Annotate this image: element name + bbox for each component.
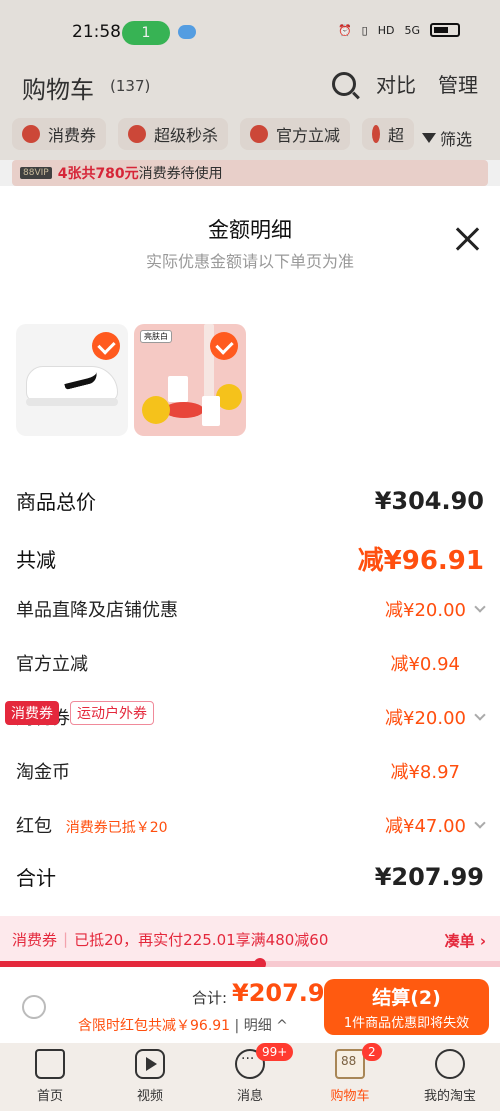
message-badge: 99+ bbox=[256, 1043, 294, 1061]
row-value: 减¥20.00 bbox=[385, 600, 466, 621]
checkout-label: 结算(2) bbox=[372, 987, 441, 1009]
pedestal bbox=[164, 402, 204, 418]
check-icon[interactable] bbox=[92, 332, 120, 360]
tab-video[interactable]: 视频 bbox=[110, 1049, 190, 1104]
outdoor-coupon-tag[interactable]: 运动户外券 bbox=[70, 701, 154, 725]
promo-bar[interactable]: 消费券 | 已抵20，再实付225.01享满480减60 凑单 › bbox=[0, 916, 500, 962]
home-icon bbox=[35, 1049, 65, 1079]
tab-label: 视频 bbox=[136, 1089, 163, 1104]
row-value: 减¥20.00 bbox=[385, 708, 466, 729]
bottom-tab-bar: 首页 视频 99+ 消息 2 购物车 我的淘宝 bbox=[0, 1043, 500, 1111]
sheet-subtitle: 实际优惠金额请以下单页为准 bbox=[145, 252, 354, 271]
add-items-link[interactable]: 凑单 › bbox=[445, 930, 486, 951]
row-taojinbi: 淘金币 减¥8.97 bbox=[16, 758, 484, 784]
total-detail: 含限时红包共减￥96.91 | 明细 ^ bbox=[78, 1015, 288, 1035]
row-value-wrap: 减¥47.00 bbox=[385, 812, 486, 838]
row-label: 商品总价 bbox=[16, 490, 96, 514]
row-label: 红包 bbox=[16, 816, 52, 837]
chevron-down-icon bbox=[474, 600, 486, 613]
row-red-packet[interactable]: 红包 消费券已抵￥20 减¥47.00 bbox=[16, 812, 486, 838]
coupon-tag[interactable]: 消费券 bbox=[5, 701, 59, 725]
promo-divider: | bbox=[63, 930, 69, 948]
row-value-wrap: 减¥20.00 bbox=[385, 596, 486, 622]
chevron-down-icon bbox=[474, 816, 486, 829]
checkout-button[interactable]: 结算(2) 1件商品优惠即将失效 bbox=[324, 979, 489, 1035]
select-all-radio[interactable] bbox=[22, 995, 46, 1019]
row-label: 淘金币 bbox=[16, 762, 70, 783]
tab-label: 消息 bbox=[236, 1089, 263, 1104]
product-thumbnail[interactable] bbox=[16, 324, 128, 436]
product-box bbox=[168, 376, 188, 402]
price-detail-sheet: 金额明细 实际优惠金额请以下单页为准 亮肤白 商品总价 ¥304.90 共减 减… bbox=[0, 186, 500, 916]
row-value-wrap: 减¥20.00 bbox=[385, 704, 486, 730]
row-label-wrap: 红包 消费券已抵￥20 bbox=[16, 812, 168, 838]
cart-badge: 2 bbox=[362, 1043, 382, 1061]
tab-home[interactable]: 首页 bbox=[10, 1049, 90, 1104]
tab-profile[interactable]: 我的淘宝 bbox=[410, 1049, 490, 1104]
row-value: ¥304.90 bbox=[374, 486, 484, 515]
row-value: ¥207.99 bbox=[374, 862, 484, 891]
detail-divider: | bbox=[234, 1018, 244, 1034]
total-label: 合计: bbox=[192, 989, 228, 1007]
row-value: 减¥0.94 bbox=[390, 654, 460, 675]
row-value: 减¥96.91 bbox=[357, 546, 484, 576]
row-item-discount[interactable]: 单品直降及店铺优惠 减¥20.00 bbox=[16, 596, 486, 622]
product-thumbnail[interactable]: 亮肤白 bbox=[134, 324, 246, 436]
sheet-title: 金额明细 bbox=[208, 218, 292, 242]
tab-cart[interactable]: 2 购物车 bbox=[310, 1043, 390, 1104]
row-total-price: 商品总价 ¥304.90 bbox=[16, 486, 484, 515]
row-label: 单品直降及店铺优惠 bbox=[16, 600, 178, 621]
row-label: 官方立减 bbox=[16, 654, 88, 675]
product-box bbox=[202, 396, 220, 426]
tab-label: 购物车 bbox=[330, 1089, 370, 1104]
row-official-discount: 官方立减 减¥0.94 bbox=[16, 650, 484, 676]
discount-summary: 含限时红包共减￥96.91 bbox=[78, 1018, 231, 1034]
dim-overlay[interactable] bbox=[0, 0, 500, 186]
tab-messages[interactable]: 99+ 消息 bbox=[210, 1043, 294, 1104]
chevron-down-icon bbox=[474, 708, 486, 721]
detail-toggle[interactable]: 明细 ^ bbox=[244, 1018, 288, 1034]
promo-text: 已抵20，再实付225.01享满480减60 bbox=[74, 930, 329, 949]
promo-tag: 消费券 bbox=[12, 930, 58, 949]
row-label: 合计 bbox=[16, 866, 56, 890]
product-tag: 亮肤白 bbox=[140, 330, 172, 343]
tab-label: 我的淘宝 bbox=[423, 1089, 476, 1104]
checkout-bar: 合计: ¥207.99 含限时红包共减￥96.91 | 明细 ^ 结算(2) 1… bbox=[0, 967, 500, 1043]
cart-icon bbox=[335, 1049, 365, 1079]
row-total-discount: 共减 减¥96.91 bbox=[16, 540, 484, 577]
row-value: 减¥47.00 bbox=[385, 816, 466, 837]
lemon-image bbox=[142, 396, 170, 424]
row-label: 共减 bbox=[16, 548, 56, 572]
row-value: 减¥8.97 bbox=[390, 762, 460, 783]
video-icon bbox=[135, 1049, 165, 1079]
check-icon[interactable] bbox=[210, 332, 238, 360]
red-packet-note: 消费券已抵￥20 bbox=[65, 820, 168, 836]
row-grand-total: 合计 ¥207.99 bbox=[16, 862, 484, 891]
checkout-note: 1件商品优惠即将失效 bbox=[343, 1016, 470, 1031]
sneaker-sole bbox=[26, 398, 118, 406]
profile-icon bbox=[435, 1049, 465, 1079]
close-icon[interactable] bbox=[454, 226, 480, 252]
tab-label: 首页 bbox=[36, 1089, 63, 1104]
